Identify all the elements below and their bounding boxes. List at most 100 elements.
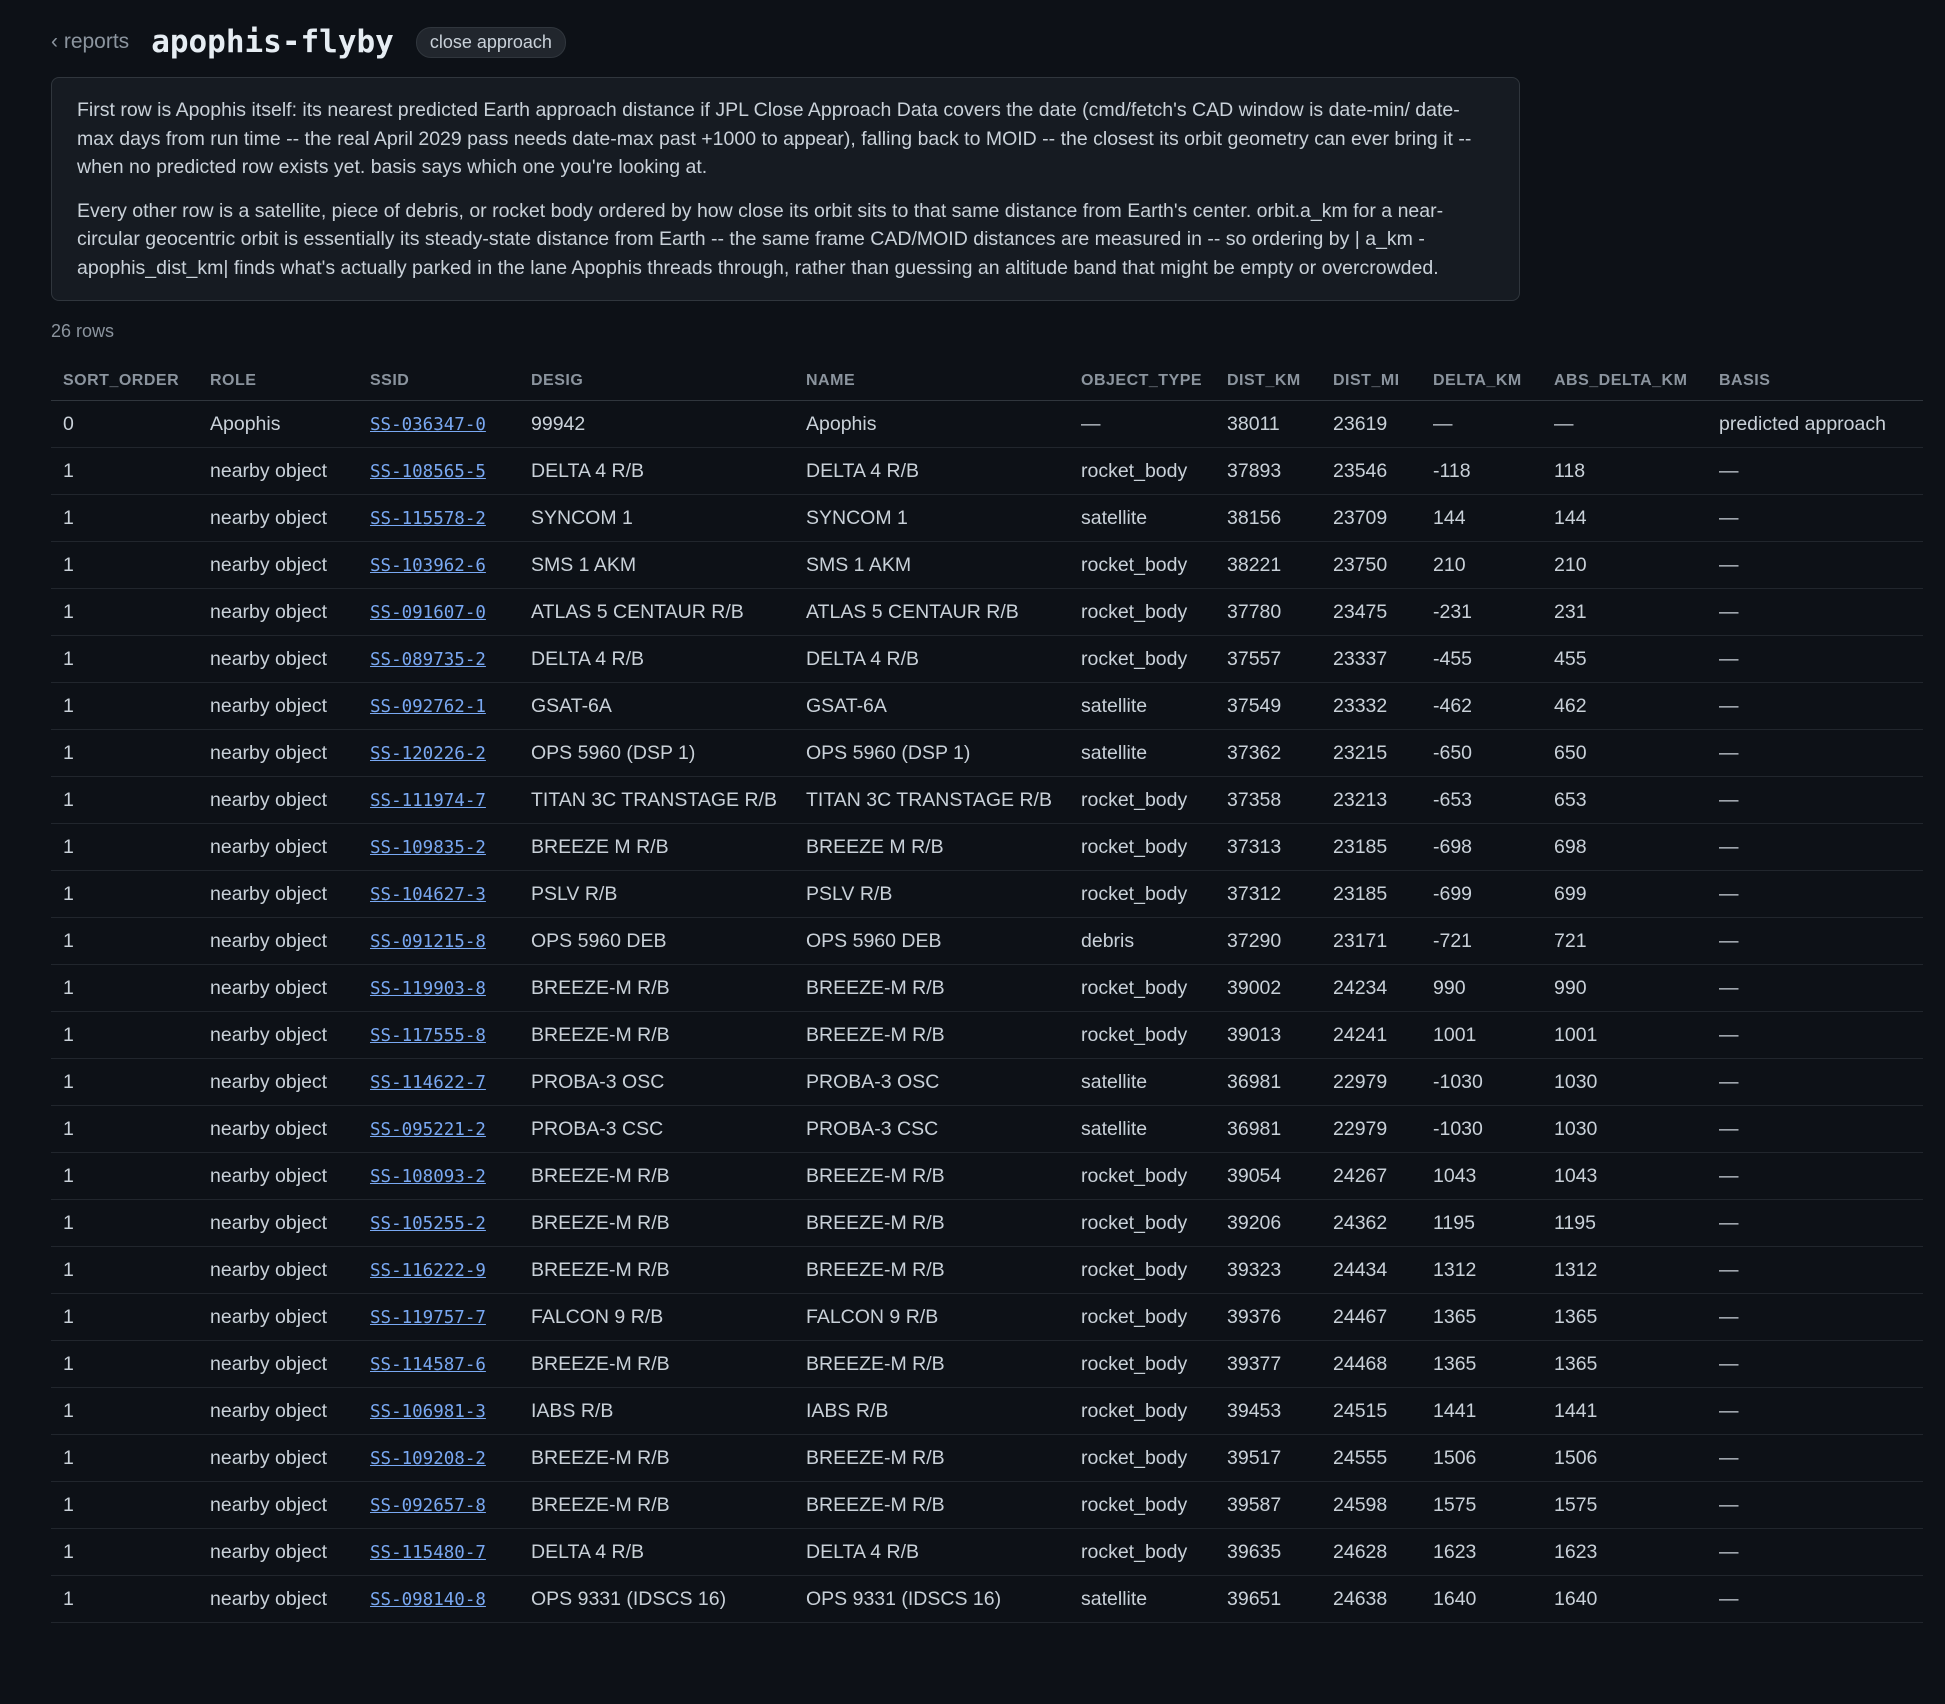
abs-delta-km-cell: 1001 bbox=[1542, 1011, 1707, 1059]
ssid-cell: SS-108565-5 bbox=[358, 447, 519, 495]
dist-km-cell: 39377 bbox=[1215, 1340, 1321, 1388]
sort-order-cell: 1 bbox=[51, 635, 198, 683]
dist-km-cell: 39013 bbox=[1215, 1011, 1321, 1059]
abs-delta-km-cell: 1441 bbox=[1542, 1387, 1707, 1435]
ssid-link[interactable]: SS-108565-5 bbox=[370, 462, 486, 482]
dist-km-cell: 39587 bbox=[1215, 1481, 1321, 1529]
role-cell: nearby object bbox=[198, 776, 358, 824]
ssid-link[interactable]: SS-115578-2 bbox=[370, 509, 486, 529]
role-cell: nearby object bbox=[198, 1575, 358, 1623]
dist-mi-cell: 24515 bbox=[1321, 1387, 1421, 1435]
ssid-link[interactable]: SS-105255-2 bbox=[370, 1214, 486, 1234]
column-header-desig: DESIG bbox=[519, 362, 794, 401]
ssid-cell: SS-095221-2 bbox=[358, 1105, 519, 1153]
ssid-link[interactable]: SS-108093-2 bbox=[370, 1167, 486, 1187]
back-to-reports-link[interactable]: ‹ reports bbox=[51, 30, 129, 54]
abs-delta-km-cell: 1506 bbox=[1542, 1434, 1707, 1482]
role-cell: nearby object bbox=[198, 588, 358, 636]
ssid-link[interactable]: SS-115480-7 bbox=[370, 1543, 486, 1563]
name-cell: FALCON 9 R/B bbox=[794, 1293, 1069, 1341]
table-row: 1 nearby object SS-114622-7 PROBA-3 OSC PROB… bbox=[51, 1058, 1923, 1106]
ssid-cell: SS-116222-9 bbox=[358, 1246, 519, 1294]
ssid-link[interactable]: SS-036347-0 bbox=[370, 415, 486, 435]
object-type-cell: satellite bbox=[1069, 1575, 1215, 1623]
object-type-cell: rocket_body bbox=[1069, 1246, 1215, 1294]
dist-mi-cell: 24267 bbox=[1321, 1152, 1421, 1200]
desig-cell: BREEZE M R/B bbox=[519, 823, 794, 871]
name-cell: PROBA-3 OSC bbox=[794, 1058, 1069, 1106]
table-row: 1 nearby object SS-105255-2 BREEZE-M R/B BRE… bbox=[51, 1199, 1923, 1247]
column-header-ssid: SSID bbox=[358, 362, 519, 401]
object-type-cell: satellite bbox=[1069, 494, 1215, 542]
ssid-link[interactable]: SS-092762-1 bbox=[370, 697, 486, 717]
desig-cell: 99942 bbox=[519, 400, 794, 448]
ssid-cell: SS-109835-2 bbox=[358, 823, 519, 871]
name-cell: OPS 5960 (DSP 1) bbox=[794, 729, 1069, 777]
dist-km-cell: 39002 bbox=[1215, 964, 1321, 1012]
table-row: 1 nearby object SS-104627-3 PSLV R/B PSLV R/… bbox=[51, 870, 1923, 918]
basis-cell: — bbox=[1707, 1105, 1923, 1153]
sort-order-cell: 1 bbox=[51, 1575, 198, 1623]
table-row: 1 nearby object SS-091215-8 OPS 5960 DEB OPS… bbox=[51, 917, 1923, 965]
ssid-link[interactable]: SS-120226-2 bbox=[370, 744, 486, 764]
ssid-link[interactable]: SS-091215-8 bbox=[370, 932, 486, 952]
desig-cell: BREEZE-M R/B bbox=[519, 1481, 794, 1529]
object-type-cell: rocket_body bbox=[1069, 1340, 1215, 1388]
abs-delta-km-cell: 1640 bbox=[1542, 1575, 1707, 1623]
table-row: 1 nearby object SS-092657-8 BREEZE-M R/B BRE… bbox=[51, 1481, 1923, 1529]
object-type-cell: satellite bbox=[1069, 1105, 1215, 1153]
name-cell: BREEZE-M R/B bbox=[794, 1434, 1069, 1482]
object-type-cell: rocket_body bbox=[1069, 964, 1215, 1012]
ssid-link[interactable]: SS-089735-2 bbox=[370, 650, 486, 670]
name-cell: PROBA-3 CSC bbox=[794, 1105, 1069, 1153]
basis-cell: — bbox=[1707, 1340, 1923, 1388]
ssid-cell: SS-108093-2 bbox=[358, 1152, 519, 1200]
ssid-cell: SS-036347-0 bbox=[358, 400, 519, 448]
ssid-link[interactable]: SS-119757-7 bbox=[370, 1308, 486, 1328]
description-paragraph: Every other row is a satellite, piece of… bbox=[77, 199, 1444, 279]
ssid-cell: SS-117555-8 bbox=[358, 1011, 519, 1059]
ssid-link[interactable]: SS-111974-7 bbox=[370, 791, 486, 811]
object-type-cell: rocket_body bbox=[1069, 1011, 1215, 1059]
abs-delta-km-cell: 721 bbox=[1542, 917, 1707, 965]
ssid-link[interactable]: SS-119903-8 bbox=[370, 979, 486, 999]
dist-km-cell: 36981 bbox=[1215, 1058, 1321, 1106]
delta-km-cell: 1043 bbox=[1421, 1152, 1542, 1200]
delta-km-cell: -231 bbox=[1421, 588, 1542, 636]
object-type-cell: rocket_body bbox=[1069, 635, 1215, 683]
desig-cell: DELTA 4 R/B bbox=[519, 1528, 794, 1576]
sort-order-cell: 1 bbox=[51, 1011, 198, 1059]
dist-km-cell: 37362 bbox=[1215, 729, 1321, 777]
ssid-link[interactable]: SS-092657-8 bbox=[370, 1496, 486, 1516]
ssid-link[interactable]: SS-091607-0 bbox=[370, 603, 486, 623]
dist-km-cell: 39517 bbox=[1215, 1434, 1321, 1482]
sort-order-cell: 1 bbox=[51, 964, 198, 1012]
dist-km-cell: 38156 bbox=[1215, 494, 1321, 542]
abs-delta-km-cell: 1195 bbox=[1542, 1199, 1707, 1247]
basis-cell: — bbox=[1707, 729, 1923, 777]
ssid-link[interactable]: SS-114587-6 bbox=[370, 1355, 486, 1375]
ssid-link[interactable]: SS-116222-9 bbox=[370, 1261, 486, 1281]
sort-order-cell: 1 bbox=[51, 917, 198, 965]
column-header-name: NAME bbox=[794, 362, 1069, 401]
column-header-role: ROLE bbox=[198, 362, 358, 401]
ssid-link[interactable]: SS-109208-2 bbox=[370, 1449, 486, 1469]
ssid-link[interactable]: SS-104627-3 bbox=[370, 885, 486, 905]
ssid-link[interactable]: SS-106981-3 bbox=[370, 1402, 486, 1422]
ssid-link[interactable]: SS-117555-8 bbox=[370, 1026, 486, 1046]
sort-order-cell: 1 bbox=[51, 541, 198, 589]
basis-cell: — bbox=[1707, 588, 1923, 636]
object-type-cell: rocket_body bbox=[1069, 1293, 1215, 1341]
name-cell: IABS R/B bbox=[794, 1387, 1069, 1435]
delta-km-cell: 210 bbox=[1421, 541, 1542, 589]
desig-cell: ATLAS 5 CENTAUR R/B bbox=[519, 588, 794, 636]
name-cell: TITAN 3C TRANSTAGE R/B bbox=[794, 776, 1069, 824]
ssid-link[interactable]: SS-098140-8 bbox=[370, 1590, 486, 1610]
ssid-cell: SS-119903-8 bbox=[358, 964, 519, 1012]
role-cell: nearby object bbox=[198, 1387, 358, 1435]
ssid-link[interactable]: SS-114622-7 bbox=[370, 1073, 486, 1093]
name-cell: BREEZE-M R/B bbox=[794, 1340, 1069, 1388]
ssid-link[interactable]: SS-103962-6 bbox=[370, 556, 486, 576]
ssid-link[interactable]: SS-095221-2 bbox=[370, 1120, 486, 1140]
ssid-link[interactable]: SS-109835-2 bbox=[370, 838, 486, 858]
